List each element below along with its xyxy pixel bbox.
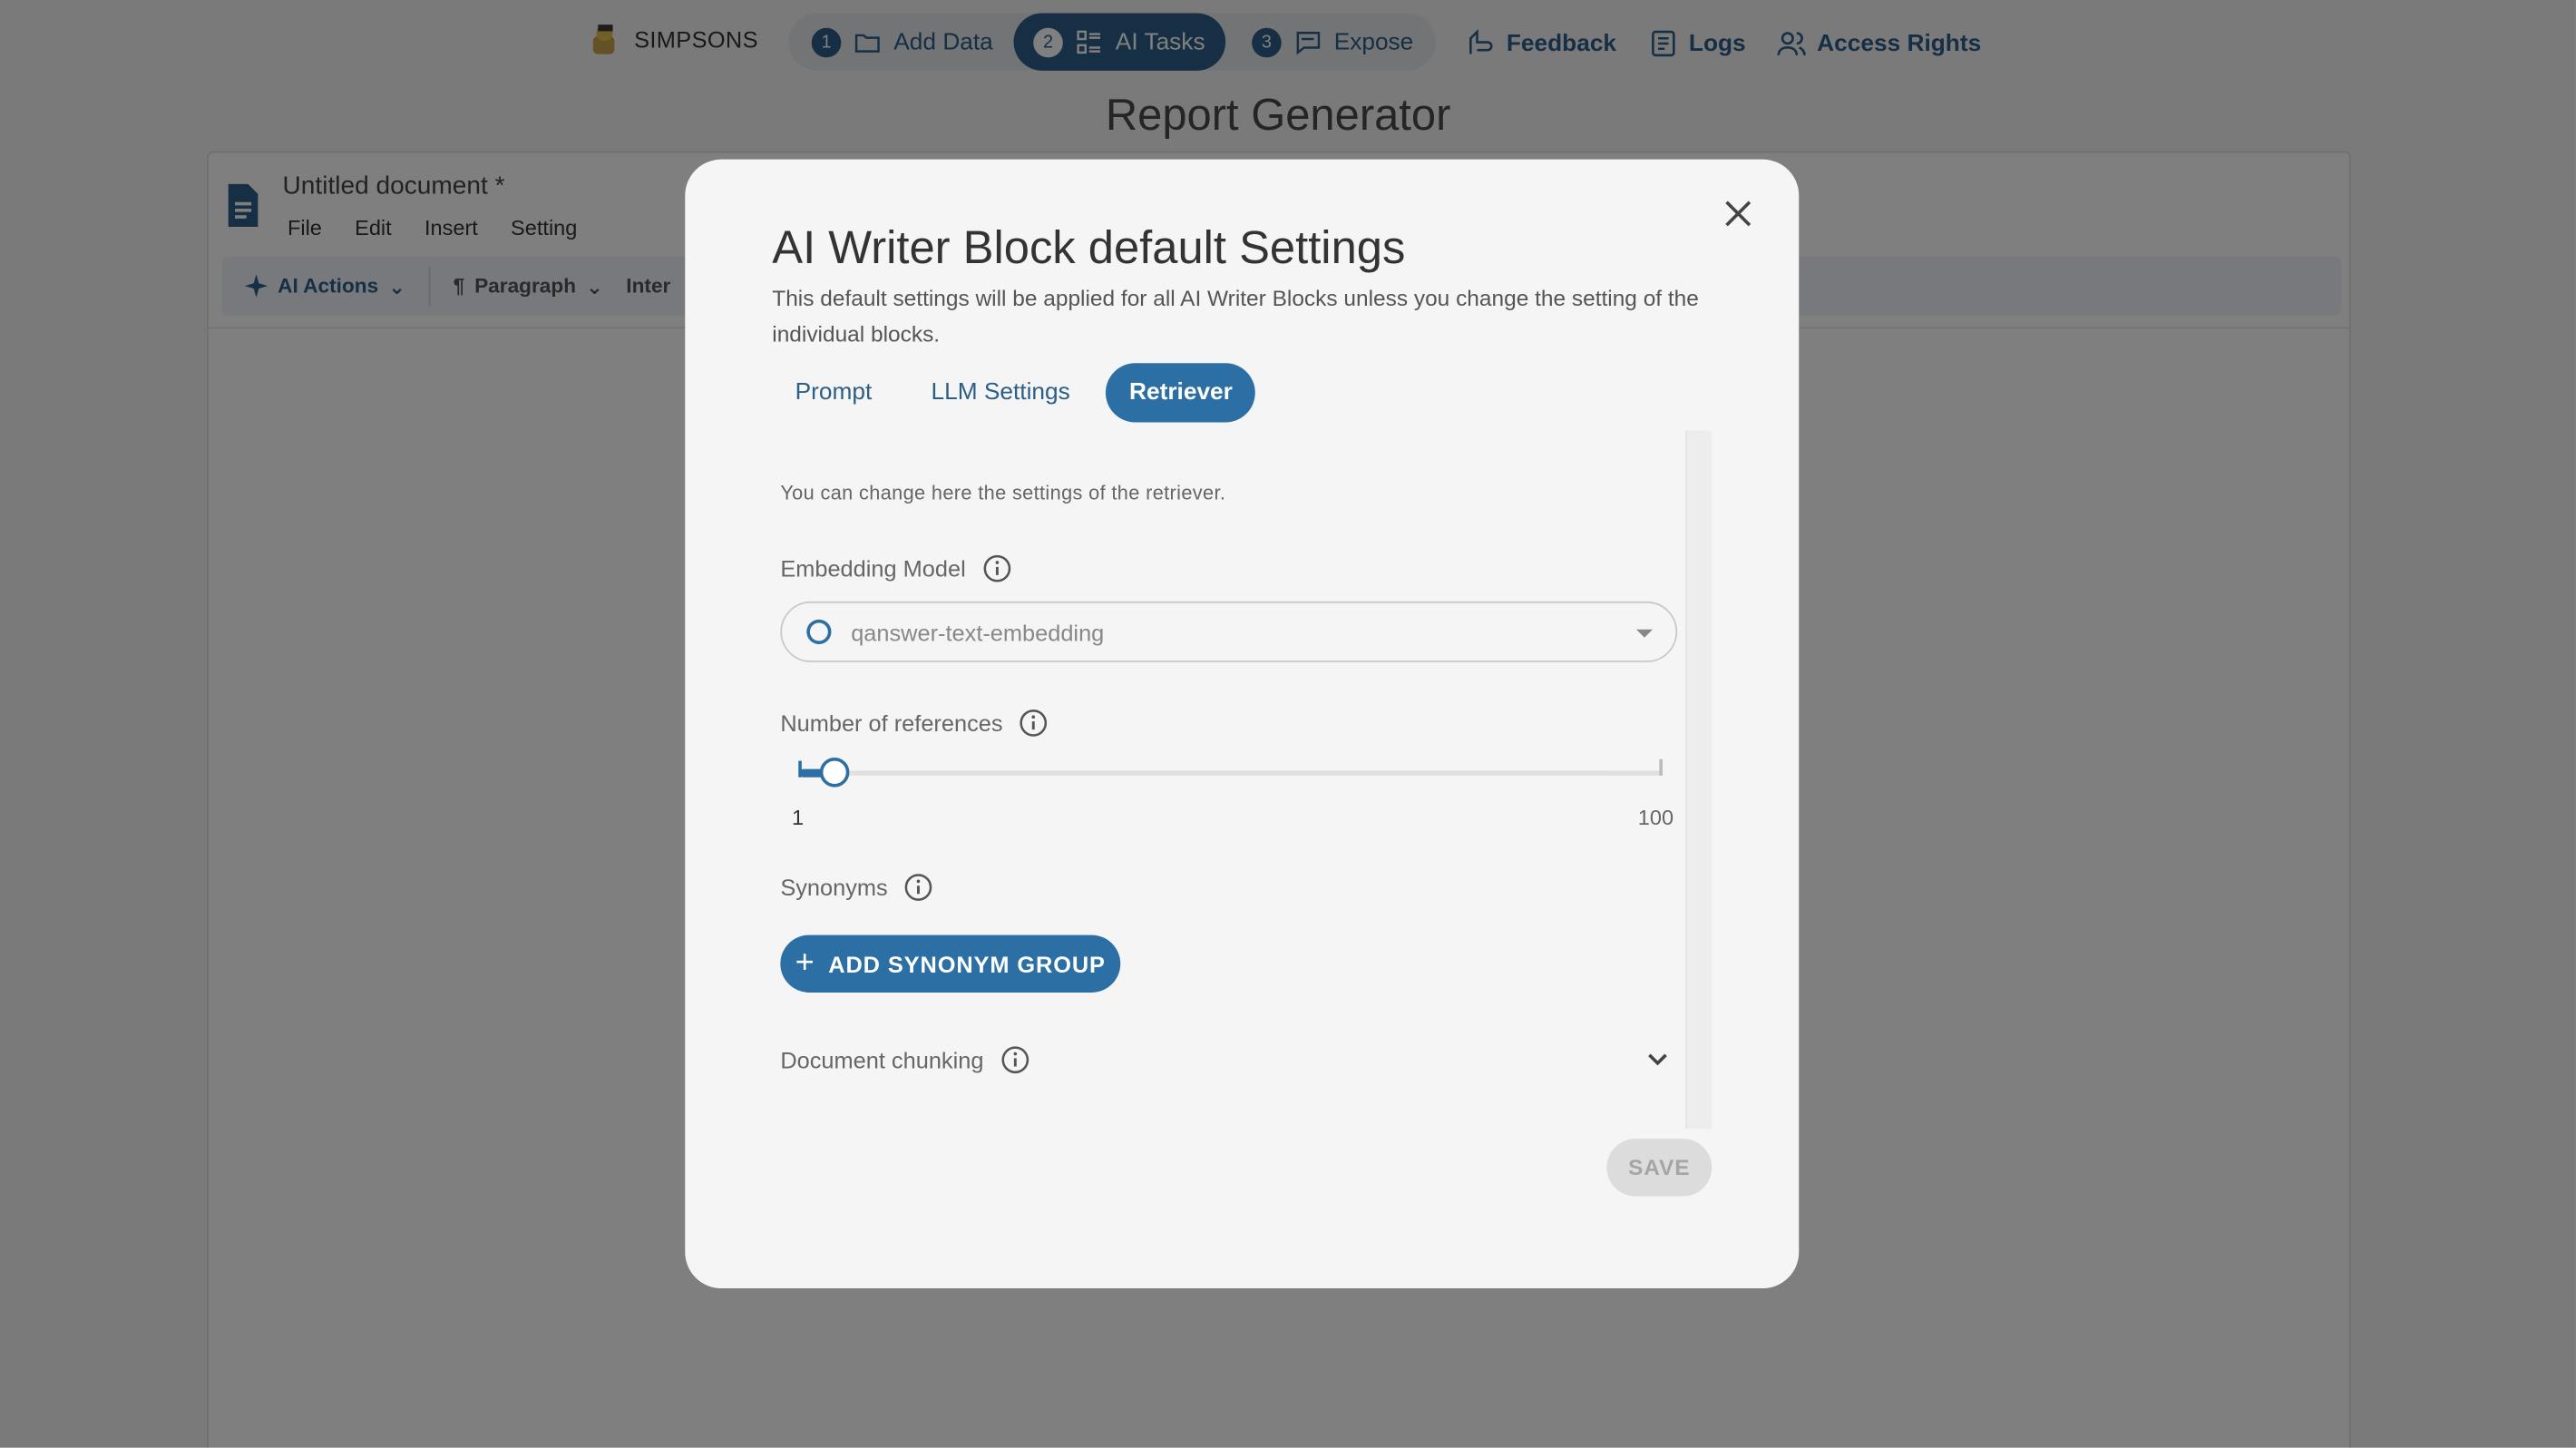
add-synonym-group-button[interactable]: + ADD SYNONYM GROUP <box>780 934 1121 993</box>
embedding-model-label: Embedding Model <box>780 553 1011 583</box>
info-icon[interactable] <box>1020 709 1049 739</box>
slider-min-label: 1 <box>791 805 805 830</box>
synonyms-label: Synonyms <box>780 873 933 903</box>
scrollbar[interactable] <box>1685 430 1712 1130</box>
slider-min-mark <box>798 760 802 778</box>
embedding-model-value: qanswer-text-embedding <box>851 618 1105 645</box>
app-root: SIMPSONS 1 Add Data 2 AI Tasks 3 Expose … <box>0 0 2576 1448</box>
embedding-model-text: Embedding Model <box>780 555 966 582</box>
close-icon[interactable] <box>1720 196 1756 232</box>
tab-llm-settings[interactable]: LLM Settings <box>908 363 1093 422</box>
info-icon[interactable] <box>982 553 1012 583</box>
references-label: Number of references <box>780 709 1049 739</box>
plus-icon: + <box>795 944 815 981</box>
references-slider-thumb[interactable] <box>820 757 850 788</box>
references-text: Number of references <box>780 709 1003 737</box>
dialog-title: AI Writer Block default Settings <box>772 221 1406 273</box>
settings-dialog: AI Writer Block default Settings This de… <box>685 159 1800 1288</box>
slider-max-mark <box>1659 758 1663 776</box>
chevron-down-icon[interactable] <box>1646 1052 1669 1068</box>
save-button[interactable]: SAVE <box>1606 1139 1712 1197</box>
document-chunking-label[interactable]: Document chunking <box>780 1045 1029 1075</box>
retriever-intro: You can change here the settings of the … <box>780 481 1226 505</box>
add-synonym-label: ADD SYNONYM GROUP <box>828 950 1106 977</box>
dialog-description: This default settings will be applied fo… <box>772 286 1699 347</box>
caret-down-icon <box>1635 629 1654 638</box>
info-icon[interactable] <box>904 873 934 903</box>
settings-tabs: Prompt LLM Settings Retriever <box>772 363 1268 423</box>
model-status-icon <box>806 619 832 644</box>
tab-prompt[interactable]: Prompt <box>772 363 894 422</box>
info-icon[interactable] <box>1000 1045 1030 1075</box>
embedding-model-select[interactable]: qanswer-text-embedding <box>780 601 1678 662</box>
document-chunking-text: Document chunking <box>780 1046 984 1073</box>
slider-max-label: 100 <box>1637 805 1674 830</box>
tab-retriever[interactable]: Retriever <box>1106 363 1256 423</box>
synonyms-text: Synonyms <box>780 874 888 901</box>
references-slider-track[interactable] <box>800 770 1662 776</box>
